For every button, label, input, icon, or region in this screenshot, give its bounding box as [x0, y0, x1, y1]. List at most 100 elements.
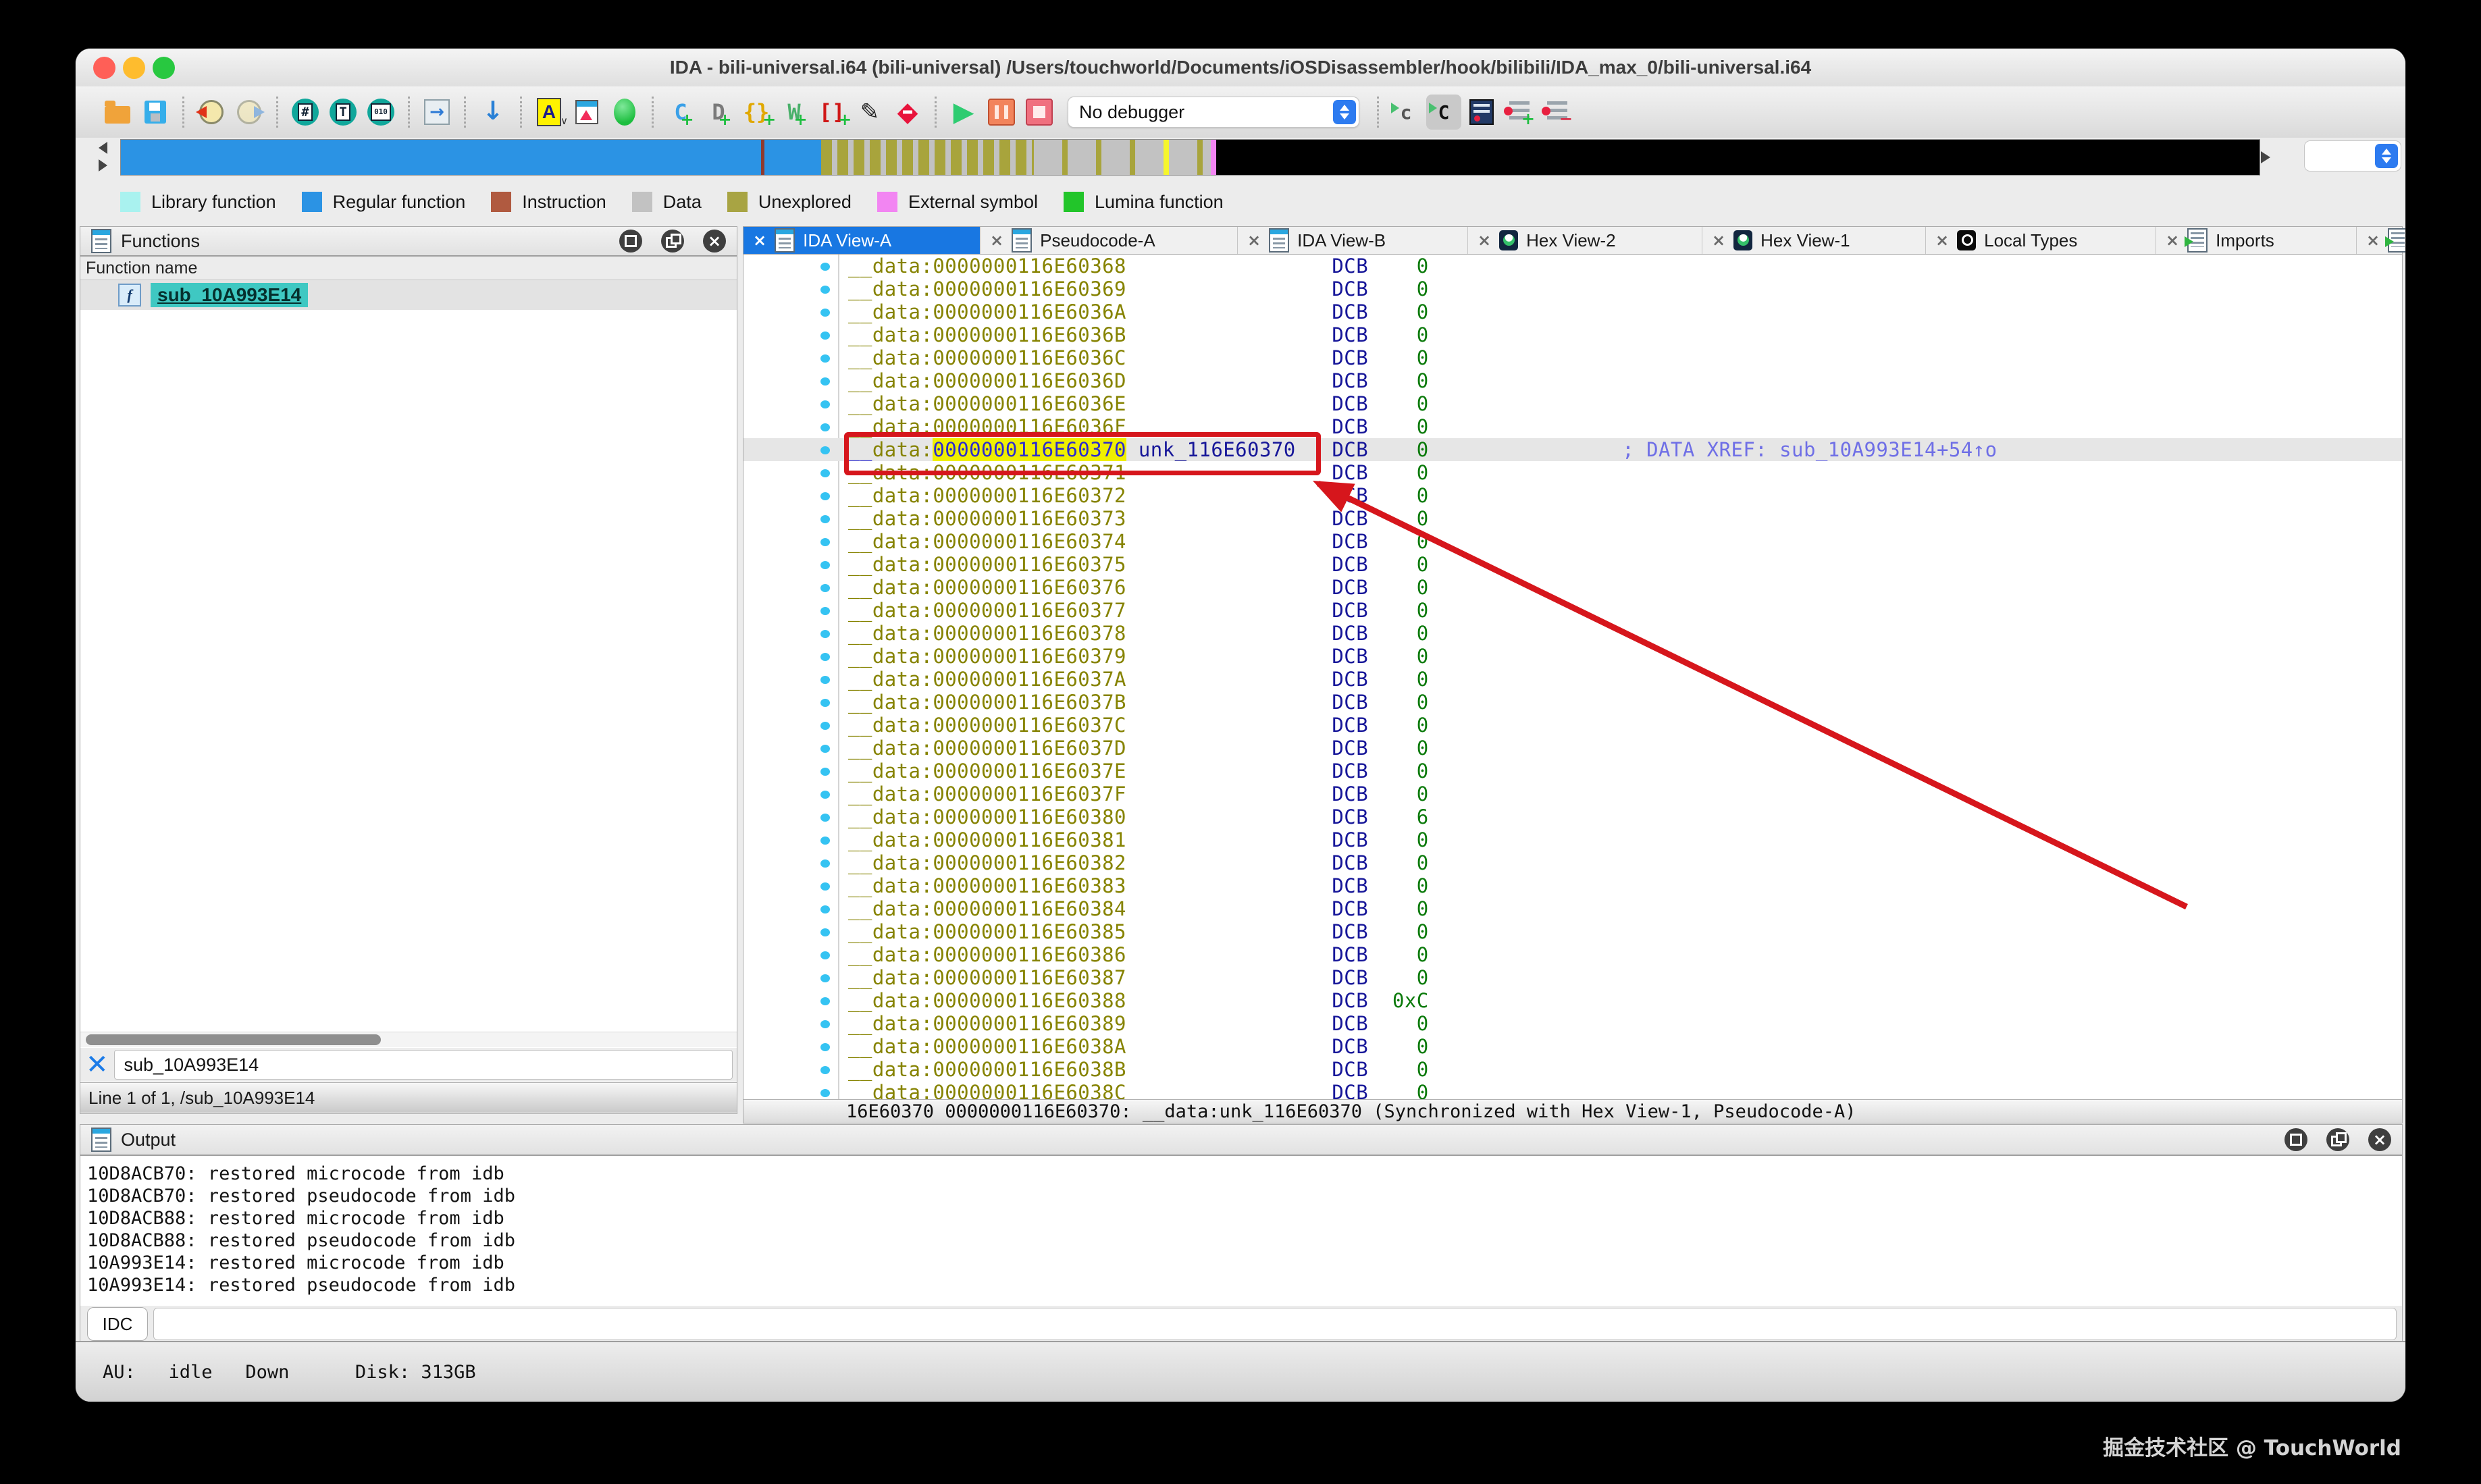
band-segment-unexplored-mixed-region[interactable]	[821, 140, 1034, 175]
band-segment-data-region[interactable]	[1034, 140, 1211, 175]
output-maximize-button[interactable]	[2284, 1128, 2307, 1151]
asm-line[interactable]: __data:0000000116E6037B DCB 0	[743, 691, 2402, 714]
jump-binary-icon[interactable]: 010	[363, 95, 398, 130]
cancel-analysis-icon[interactable]: ◆	[890, 95, 925, 130]
asm-line[interactable]: __data:0000000116E60368 DCB 0	[743, 255, 2402, 277]
asm-line[interactable]: __data:0000000116E6036E DCB 0	[743, 392, 2402, 415]
breakpoint-add-icon[interactable]: +	[1502, 95, 1537, 130]
function-name-column-header[interactable]: Function name	[80, 257, 737, 280]
band-segment-unallocated-region[interactable]	[1216, 140, 2260, 175]
tab-close-icon[interactable]: ×	[1935, 231, 1949, 250]
jump-name-icon[interactable]: T	[325, 95, 361, 130]
make-data-icon[interactable]: D+	[701, 95, 736, 130]
text-search-icon[interactable]: A∨	[531, 95, 567, 130]
navigate-back-icon[interactable]	[194, 95, 229, 130]
debugger-select[interactable]: No debugger	[1068, 97, 1359, 128]
asm-line[interactable]: __data:0000000116E6037D DCB 0	[743, 737, 2402, 760]
functions-hscrollbar[interactable]	[80, 1032, 737, 1047]
window-titlebar[interactable]: IDA - bili-universal.i64 (bili-universal…	[76, 49, 2405, 87]
tab-exports[interactable]: ×Exports	[2357, 227, 2405, 254]
band-segment-regular-function-region[interactable]	[121, 140, 821, 175]
asm-line[interactable]: __data:0000000116E60374 DCB 0	[743, 530, 2402, 553]
band-segment-instruction-tick[interactable]	[761, 140, 764, 175]
asm-line[interactable]: __data:0000000116E60388 DCB 0xC	[743, 989, 2402, 1012]
asm-line[interactable]: __data:0000000116E6038B DCB 0	[743, 1058, 2402, 1081]
output-panel-header[interactable]: Output ×	[80, 1125, 2402, 1156]
band-segment-external-symbol-tick[interactable]	[1211, 140, 1216, 175]
tab-pseudocode-a[interactable]: ×Pseudocode-A	[981, 227, 1238, 254]
function-list-item[interactable]: fsub_10A993E14	[80, 280, 737, 310]
asm-line[interactable]: __data:0000000116E60372 DCB 0	[743, 484, 2402, 507]
make-code-icon[interactable]: C+	[663, 95, 698, 130]
band-range-select[interactable]	[2304, 140, 2401, 171]
tab-close-icon[interactable]: ×	[1247, 231, 1261, 250]
tab-imports[interactable]: ×Imports	[2156, 227, 2357, 254]
clear-filter-icon[interactable]: ✕	[86, 1051, 109, 1078]
output-log[interactable]: 10D8ACB70: restored microcode from idb10…	[80, 1156, 2402, 1313]
set-colors-icon[interactable]	[569, 95, 604, 130]
asm-line[interactable]: __data:0000000116E60382 DCB 0	[743, 851, 2402, 874]
asm-line[interactable]: __data:0000000116E60369 DCB 0	[743, 277, 2402, 300]
function-name[interactable]: sub_10A993E14	[151, 283, 308, 307]
band-segment-cursor-tick[interactable]	[1164, 140, 1169, 175]
pause-process-icon[interactable]	[984, 95, 1019, 130]
lumina-icon[interactable]	[607, 95, 642, 130]
tab-ida-view-a[interactable]: ×IDA View-A	[743, 227, 981, 254]
asm-line[interactable]: __data:0000000116E6037F DCB 0	[743, 783, 2402, 805]
band-scroll-right-icon[interactable]	[99, 159, 107, 171]
band-scroll-left-icon[interactable]	[99, 142, 107, 154]
output-restore-button[interactable]	[2326, 1128, 2349, 1151]
make-array-icon[interactable]: []+	[814, 95, 850, 130]
asm-line[interactable]: __data:0000000116E6036A DCB 0	[743, 300, 2402, 323]
panel-maximize-button[interactable]	[619, 230, 642, 253]
open-file-icon[interactable]	[100, 95, 135, 130]
breakpoint-delete-icon[interactable]: −	[1540, 95, 1575, 130]
asm-line[interactable]: __data:0000000116E60383 DCB 0	[743, 874, 2402, 897]
asm-line[interactable]: __data:0000000116E60376 DCB 0	[743, 576, 2402, 599]
asm-line[interactable]: __data:0000000116E60375 DCB 0	[743, 553, 2402, 576]
tab-hex-view-1[interactable]: ×Hex View-1	[1702, 227, 1926, 254]
asm-line[interactable]: __data:0000000116E6036D DCB 0	[743, 369, 2402, 392]
band-range-stepper-icon[interactable]	[2375, 144, 2398, 168]
idc-language-button[interactable]: IDC	[87, 1307, 148, 1341]
asm-line[interactable]: __data:0000000116E60386 DCB 0	[743, 943, 2402, 966]
navigate-forward-icon[interactable]	[232, 95, 267, 130]
attach-process-icon[interactable]: c	[1388, 95, 1424, 130]
panel-restore-button[interactable]	[661, 230, 684, 253]
asm-line[interactable]: __data:0000000116E60389 DCB 0	[743, 1012, 2402, 1035]
tab-close-icon[interactable]: ×	[1478, 231, 1491, 250]
cli-input[interactable]	[153, 1308, 2397, 1340]
patch-bytes-icon[interactable]: ✎	[852, 95, 887, 130]
listing[interactable]: __data:0000000116E60368 DCB 0__data:0000…	[743, 255, 2402, 1100]
panel-close-button[interactable]: ×	[703, 230, 726, 253]
asm-line[interactable]: __data:0000000116E60385 DCB 0	[743, 920, 2402, 943]
make-undefined-icon[interactable]: W+	[777, 95, 812, 130]
restart-process-icon[interactable]: C	[1426, 95, 1461, 130]
asm-line[interactable]: __data:0000000116E60377 DCB 0	[743, 599, 2402, 622]
output-close-button[interactable]: ×	[2368, 1128, 2391, 1151]
asm-line[interactable]: __data:0000000116E60384 DCB 0	[743, 897, 2402, 920]
functions-panel-header[interactable]: Functions ×	[80, 227, 737, 257]
jump-down-icon[interactable]: ↓	[475, 95, 511, 130]
asm-line[interactable]: __data:0000000116E60380 DCB 6	[743, 805, 2402, 828]
make-struct-icon[interactable]: {}+	[739, 95, 774, 130]
tab-close-icon[interactable]: ×	[2366, 231, 2380, 250]
stop-process-icon[interactable]	[1022, 95, 1057, 130]
debugger-select-stepper-icon[interactable]	[1333, 100, 1356, 124]
tab-close-icon[interactable]: ×	[990, 231, 1003, 250]
asm-line[interactable]: __data:0000000116E60378 DCB 0	[743, 622, 2402, 645]
debugger-windows-icon[interactable]	[1464, 95, 1499, 130]
band-end-arrow-icon[interactable]	[2261, 151, 2270, 163]
tab-close-icon[interactable]: ×	[753, 231, 766, 250]
functions-hscrollbar-thumb[interactable]	[86, 1034, 381, 1045]
band-scroll-arrows[interactable]	[99, 142, 113, 173]
asm-line[interactable]: __data:0000000116E60381 DCB 0	[743, 828, 2402, 851]
asm-line[interactable]: __data:0000000116E6038C DCB 0	[743, 1081, 2402, 1100]
asm-line[interactable]: __data:0000000116E60373 DCB 0	[743, 507, 2402, 530]
asm-line[interactable]: __data:0000000116E6036C DCB 0	[743, 346, 2402, 369]
asm-line[interactable]: __data:0000000116E60387 DCB 0	[743, 966, 2402, 989]
navigation-band[interactable]	[120, 139, 2260, 176]
jump-address-icon[interactable]: #	[288, 95, 323, 130]
start-process-icon[interactable]: ▶	[946, 95, 981, 130]
asm-line[interactable]: __data:0000000116E6037E DCB 0	[743, 760, 2402, 783]
